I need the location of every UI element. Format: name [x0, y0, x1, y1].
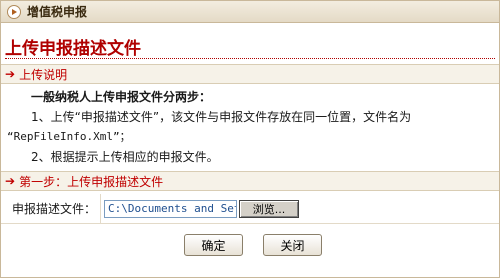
heading-divider	[5, 58, 495, 59]
arrow-right-icon: ➔	[5, 67, 16, 81]
browse-button[interactable]: 浏览...	[239, 199, 299, 218]
arrow-right-icon: ➔	[5, 174, 16, 188]
section-instructions-label: 上传说明	[19, 67, 68, 82]
instructions-lead: 一般纳税人上传申报文件分两步：	[31, 90, 212, 104]
window-title: 增值税申报	[27, 5, 88, 19]
instructions-step1-filename: “RepFileInfo.Xml”；	[7, 130, 131, 143]
tax-declaration-panel: 增值税申报 上传申报描述文件 ➔ 上传说明 一般纳税人上传申报文件分两步： 1、…	[0, 0, 500, 278]
section-instructions: ➔ 上传说明	[1, 64, 499, 84]
file-field-label: 申报描述文件：	[11, 202, 96, 216]
file-upload-row: 申报描述文件： C:\Documents and Sett 浏览...	[1, 193, 499, 224]
play-circle-icon	[7, 4, 21, 19]
section-step-one-label: 第一步：上传申报描述文件	[19, 174, 164, 189]
instructions-step2: 2、根据提示上传相应的申报文件。	[31, 150, 219, 164]
instructions-step1: 1、上传“申报描述文件”，该文件与申报文件存放在同一位置，文件名为	[31, 110, 412, 124]
file-field-cell: C:\Documents and Sett 浏览...	[100, 193, 499, 224]
section-step-one: ➔ 第一步：上传申报描述文件	[1, 171, 499, 191]
file-path-input[interactable]: C:\Documents and Sett	[104, 199, 237, 218]
action-buttons: 确定 关闭	[1, 234, 499, 256]
instructions-text: 一般纳税人上传申报文件分两步： 1、上传“申报描述文件”，该文件与申报文件存放在…	[1, 87, 499, 167]
window-titlebar: 增值税申报	[1, 1, 499, 23]
close-button[interactable]: 关闭	[263, 234, 322, 256]
confirm-button[interactable]: 确定	[184, 234, 243, 256]
page-title: 上传申报描述文件	[5, 39, 141, 59]
